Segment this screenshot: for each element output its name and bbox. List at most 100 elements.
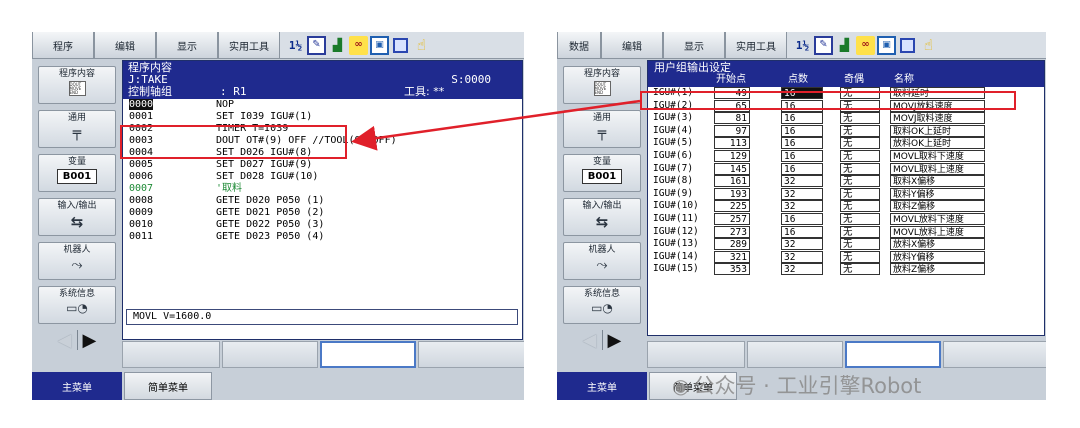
table-row[interactable]: IGU#(6) 129 16 无 MOVL取料下速度 <box>648 149 1044 163</box>
table-row[interactable]: IGU#(10) 225 32 无取料Z偏移 <box>648 200 1044 213</box>
table-row[interactable]: IGU#(14) 321 32 无放料Y偏移 <box>648 250 1044 264</box>
parity-cell[interactable]: 无 <box>840 162 880 175</box>
table-row[interactable]: IGU#(9) 193 32 无取料Y偏移 <box>648 187 1044 201</box>
blank-softkey[interactable] <box>222 341 318 368</box>
menu-display[interactable]: 显示 <box>156 32 218 59</box>
start-point-cell[interactable]: 129 <box>714 149 750 162</box>
name-cell[interactable]: 放料X偏移 <box>890 238 985 251</box>
point-count-cell[interactable]: 32 <box>781 175 823 188</box>
name-cell[interactable]: 放料Y偏移 <box>890 250 985 263</box>
menu-program[interactable]: 程序 <box>32 32 94 59</box>
next-page-icon[interactable]: ▶ <box>83 330 97 351</box>
main-menu-button[interactable]: 主菜单 <box>557 372 647 400</box>
selected-softkey[interactable] <box>320 341 416 368</box>
start-point-cell[interactable]: 81 <box>714 112 750 125</box>
start-point-cell[interactable]: 193 <box>714 187 750 200</box>
job-line[interactable]: 0006 SET D028 IGU#(10) <box>123 171 522 183</box>
start-point-cell[interactable]: 113 <box>714 137 750 150</box>
point-count-cell[interactable]: 16 <box>781 137 823 150</box>
prev-page-icon[interactable]: ◀ <box>58 330 72 351</box>
job-line[interactable]: 0001 SET I039 IGU#(1) <box>123 111 522 123</box>
sidebar-system-info[interactable]: 系统信息 ▭◔ <box>38 286 116 324</box>
table-row[interactable]: IGU#(15) 353 32 无放料Z偏移 <box>648 263 1044 276</box>
point-count-cell[interactable]: 16 <box>781 124 823 137</box>
start-point-cell[interactable]: 273 <box>714 225 750 238</box>
selected-softkey[interactable] <box>845 341 941 368</box>
main-menu-button[interactable]: 主菜单 <box>32 372 122 400</box>
blank-softkey[interactable] <box>122 341 220 368</box>
start-point-cell[interactable]: 145 <box>714 162 750 175</box>
name-cell[interactable]: 取料OK上延时 <box>890 124 985 137</box>
job-line[interactable]: 0008 GETE D020 P050 (1) <box>123 195 522 207</box>
command-line[interactable]: MOVL V=1600.0 <box>126 309 518 325</box>
point-count-cell[interactable]: 32 <box>781 238 823 251</box>
start-point-cell[interactable]: 321 <box>714 250 750 263</box>
start-point-cell[interactable]: 161 <box>714 175 750 188</box>
sidebar-robot[interactable]: 机器人 ⤳ <box>38 242 116 280</box>
parity-cell[interactable]: 无 <box>840 124 880 137</box>
start-point-cell[interactable]: 97 <box>714 124 750 137</box>
parity-cell[interactable]: 无 <box>840 238 880 251</box>
menu-utility[interactable]: 实用工具 <box>725 32 787 59</box>
blank-softkey[interactable] <box>418 341 524 368</box>
menu-edit[interactable]: 编辑 <box>94 32 156 59</box>
point-count-cell[interactable]: 16 <box>781 112 823 125</box>
point-count-cell[interactable]: 32 <box>781 250 823 263</box>
parity-cell[interactable]: 无 <box>840 187 880 200</box>
parity-cell[interactable]: 无 <box>840 225 880 238</box>
name-cell[interactable]: MOVL放料上速度 <box>890 225 985 238</box>
start-point-cell[interactable]: 257 <box>714 212 750 225</box>
menu-display[interactable]: 显示 <box>663 32 725 59</box>
point-count-cell[interactable]: 16 <box>781 225 823 238</box>
job-line[interactable]: 0000 NOP <box>123 99 522 111</box>
name-cell[interactable]: MOVL取料下速度 <box>890 149 985 162</box>
parity-cell[interactable]: 无 <box>840 137 880 150</box>
start-point-cell[interactable]: 353 <box>714 263 750 276</box>
job-line[interactable]: 0007 '取料 <box>123 183 522 195</box>
point-count-cell[interactable]: 16 <box>781 212 823 225</box>
sidebar-variable[interactable]: 变量 B001 <box>563 154 641 192</box>
menu-data[interactable]: 数据 <box>557 32 601 59</box>
table-row[interactable]: IGU#(12) 273 16 无 MOVL放料上速度 <box>648 225 1044 239</box>
point-count-cell[interactable]: 32 <box>781 263 823 276</box>
point-count-cell[interactable]: 16 <box>781 162 823 175</box>
sidebar-job-content[interactable]: 程序内容 DOUT MOVE END <box>563 66 641 104</box>
parity-cell[interactable]: 无 <box>840 200 880 213</box>
next-page-icon[interactable]: ▶ <box>608 330 622 351</box>
simple-menu-button[interactable]: 简单菜单 <box>124 372 212 400</box>
job-line[interactable]: 0005 SET D027 IGU#(9) <box>123 159 522 171</box>
parity-cell[interactable]: 无 <box>840 250 880 263</box>
parity-cell[interactable]: 无 <box>840 212 880 225</box>
sidebar-robot[interactable]: 机器人 ⤳ <box>563 242 641 280</box>
sidebar-system-info[interactable]: 系统信息 ▭◔ <box>563 286 641 324</box>
point-count-cell[interactable]: 32 <box>781 200 823 213</box>
sidebar-io[interactable]: 输入/输出 ⇆ <box>38 198 116 236</box>
sidebar-general[interactable]: 通用 ╤ <box>563 110 641 148</box>
sidebar-job-content[interactable]: 程序内容 DOUT MOVE END <box>38 66 116 104</box>
table-row[interactable]: IGU#(13) 289 32 无放料X偏移 <box>648 238 1044 251</box>
table-row[interactable]: IGU#(7) 145 16 无 MOVL取料上速度 <box>648 162 1044 176</box>
blank-softkey[interactable] <box>747 341 843 368</box>
parity-cell[interactable]: 无 <box>840 149 880 162</box>
name-cell[interactable]: MOVL放料下速度 <box>890 212 985 225</box>
name-cell[interactable]: 取料Z偏移 <box>890 200 985 213</box>
job-line[interactable]: 0011 GETE D023 P050 (4) <box>123 231 522 243</box>
table-row[interactable]: IGU#(4) 97 16 无取料OK上延时 <box>648 124 1044 138</box>
table-row[interactable]: IGU#(5) 113 16 无放料OK上延时 <box>648 137 1044 150</box>
name-cell[interactable]: MOVJ取料速度 <box>890 112 985 125</box>
start-point-cell[interactable]: 225 <box>714 200 750 213</box>
name-cell[interactable]: 放料OK上延时 <box>890 137 985 150</box>
menu-utility[interactable]: 实用工具 <box>218 32 280 59</box>
point-count-cell[interactable]: 32 <box>781 187 823 200</box>
blank-softkey[interactable] <box>647 341 745 368</box>
name-cell[interactable]: 取料X偏移 <box>890 175 985 188</box>
parity-cell[interactable]: 无 <box>840 175 880 188</box>
parity-cell[interactable]: 无 <box>840 263 880 276</box>
sidebar-variable[interactable]: 变量 B001 <box>38 154 116 192</box>
table-row[interactable]: IGU#(3) 81 16 无 MOVJ取料速度 <box>648 112 1044 125</box>
start-point-cell[interactable]: 289 <box>714 238 750 251</box>
sidebar-io[interactable]: 输入/输出 ⇆ <box>563 198 641 236</box>
name-cell[interactable]: 取料Y偏移 <box>890 187 985 200</box>
prev-page-icon[interactable]: ◀ <box>583 330 597 351</box>
point-count-cell[interactable]: 16 <box>781 149 823 162</box>
